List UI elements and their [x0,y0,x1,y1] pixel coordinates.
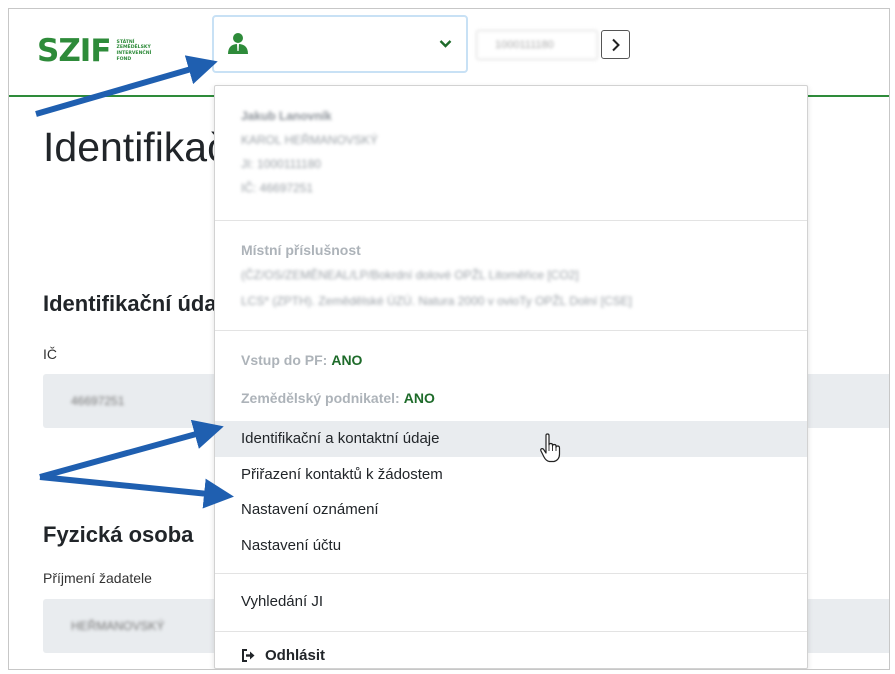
annotation-arrows [35,55,234,509]
arrow-to-identification [39,419,224,480]
arrow-to-user-select [35,55,218,117]
arrow-to-notifications [39,474,234,509]
